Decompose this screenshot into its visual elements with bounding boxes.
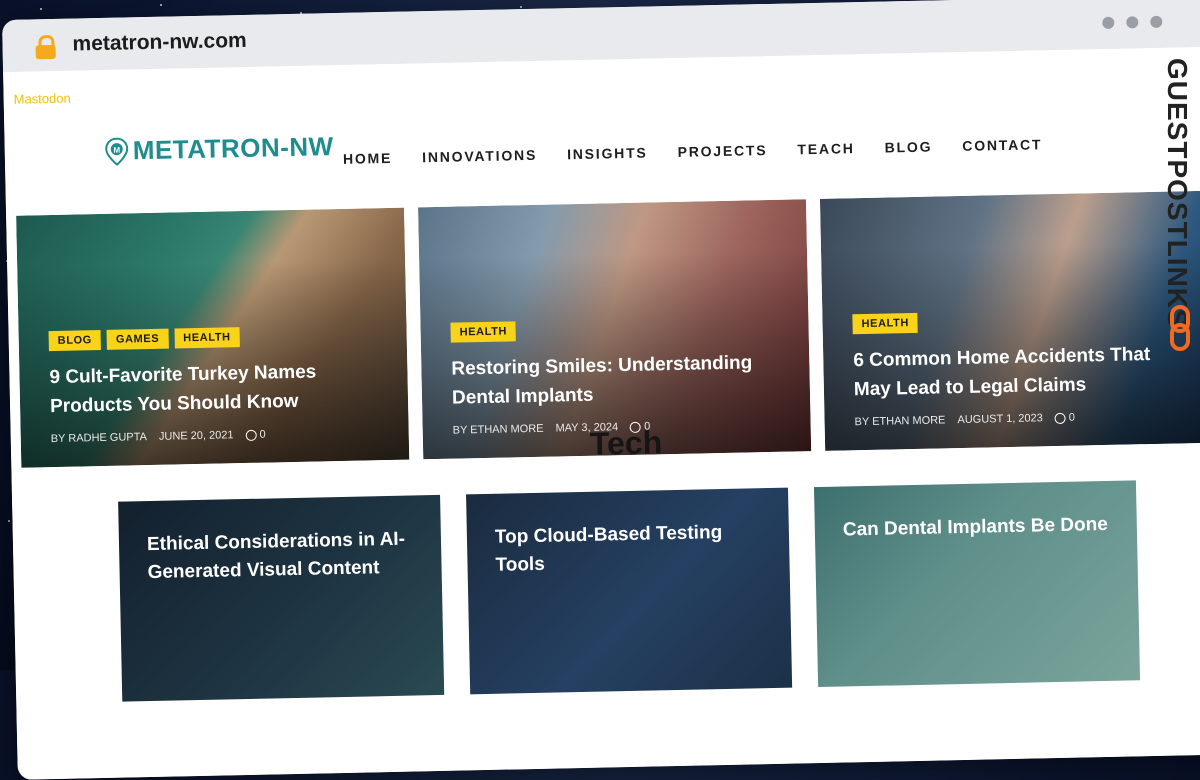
category-tag[interactable]: BLOG [48,330,102,352]
watermark-text: GUESTPOSTLINKS [1162,58,1193,329]
nav-contact[interactable]: CONTACT [962,136,1042,154]
tech-card-implants[interactable]: Can Dental Implants Be Done [813,480,1141,688]
post-title[interactable]: Ethical Considerations in AI-Generated V… [147,525,420,587]
svg-text:M: M [113,145,120,154]
nav-teach[interactable]: TEACH [797,140,855,157]
nav-innovations[interactable]: INNOVATIONS [422,147,537,165]
nav-insights[interactable]: INSIGHTS [567,145,648,163]
post-title[interactable]: Restoring Smiles: Understanding Dental I… [451,348,780,413]
nav-home[interactable]: HOME [343,150,393,167]
category-tag[interactable]: HEALTH [450,321,517,343]
window-dot-2[interactable] [1126,16,1139,29]
site-logo[interactable]: M METATRON-NW [104,131,334,167]
address-bar-url[interactable]: metatron-nw.com [72,29,247,57]
post-title[interactable]: 6 Common Home Accidents That May Lead to… [853,339,1182,404]
hero-card-accidents[interactable]: HEALTH 6 Common Home Accidents That May … [819,190,1200,451]
tech-card-cloud[interactable]: Top Cloud-Based Testing Tools [466,487,793,695]
nav-blog[interactable]: BLOG [884,139,932,156]
post-title[interactable]: Top Cloud-Based Testing Tools [495,518,768,580]
post-title[interactable]: Can Dental Implants Be Done [843,511,1116,545]
window-dot-1[interactable] [1102,16,1115,29]
nav-projects[interactable]: PROJECTS [677,142,767,160]
post-title[interactable]: 9 Cult-Favorite Turkey Names Products Yo… [49,356,378,421]
map-pin-logo-icon: M [105,137,129,166]
hero-card-dental[interactable]: HEALTH Restoring Smiles: Understanding D… [418,199,812,460]
chain-link-icon [1170,305,1190,351]
logo-text: METATRON-NW [132,131,334,166]
mastodon-link[interactable]: Mastodon [14,91,71,107]
window-controls [1102,15,1163,29]
window-dot-3[interactable] [1150,15,1163,28]
tech-grid: Ethical Considerations in AI-Generated V… [118,480,1141,702]
category-tag[interactable]: GAMES [106,328,169,350]
lock-icon [35,34,56,60]
tech-card-ai[interactable]: Ethical Considerations in AI-Generated V… [118,494,445,702]
main-nav: HOME INNOVATIONS INSIGHTS PROJECTS TEACH… [343,136,1043,167]
category-tag[interactable]: HEALTH [174,327,240,349]
hero-card-turkey[interactable]: BLOG GAMES HEALTH 9 Cult-Favorite Turkey… [16,207,410,468]
browser-window: metatron-nw.com Mastodon M METATRON-NW H… [2,0,1200,780]
category-tag[interactable]: HEALTH [852,312,919,335]
